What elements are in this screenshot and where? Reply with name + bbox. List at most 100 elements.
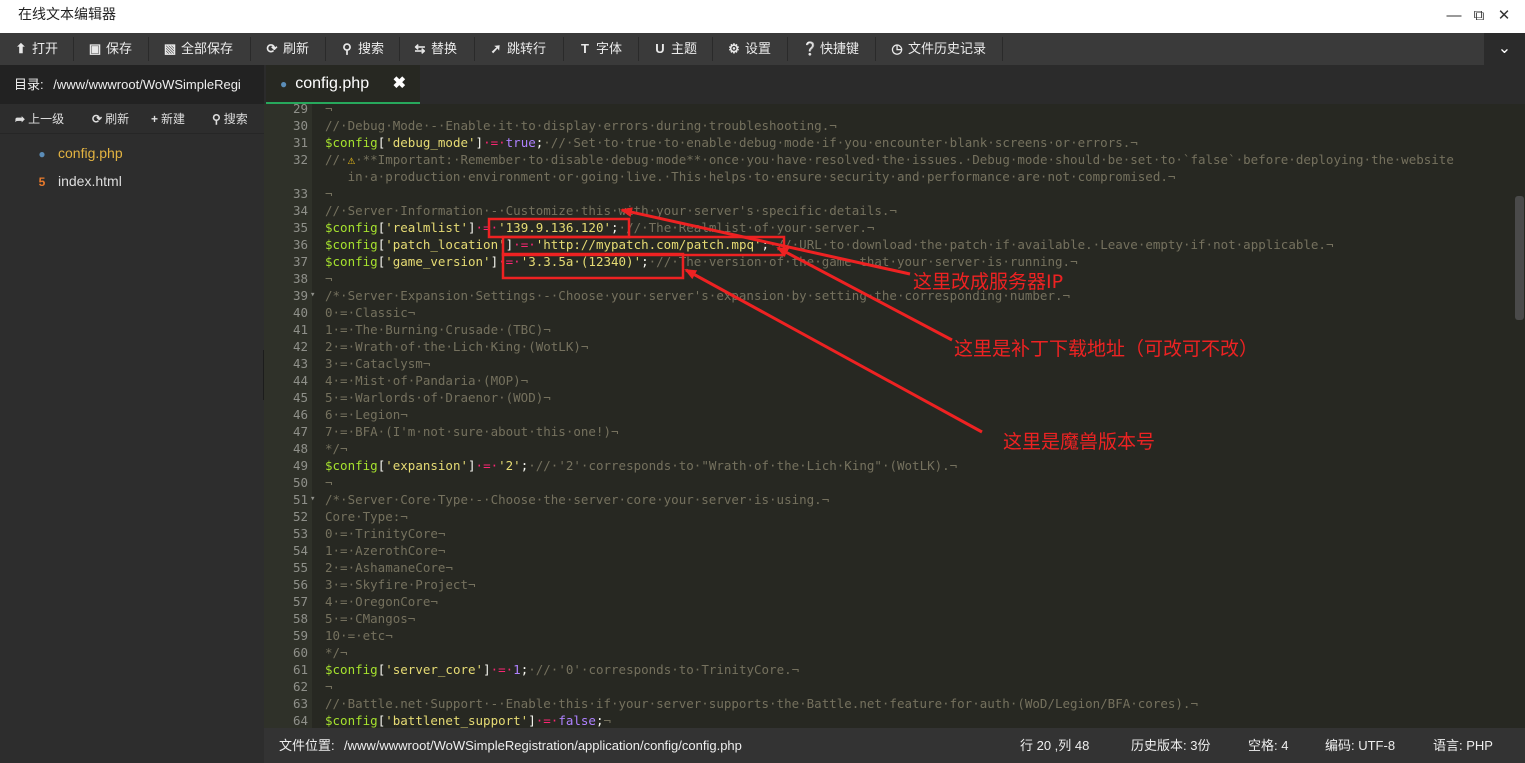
code-line[interactable]: 48 */¬ xyxy=(264,440,1514,457)
code-line[interactable]: 56 3·=·Skyfire·Project¬ xyxy=(264,576,1514,593)
line-number: 55 xyxy=(292,560,308,575)
annotation-patch-url: 这里是补丁下载地址（可改可不改） xyxy=(954,338,1259,360)
code-line[interactable]: 62 ¬ xyxy=(264,678,1514,695)
code-line[interactable]: 29 ¬ xyxy=(264,104,1514,117)
line-number: 43 xyxy=(292,356,308,371)
file-item-config-php[interactable]: ● config.php xyxy=(0,139,264,167)
code-line[interactable]: 41 1·=·The·Burning·Crusade·(TBC)¬ xyxy=(264,321,1514,338)
code-text: ¬ xyxy=(325,104,333,116)
toolbar-divider xyxy=(73,37,74,61)
code-line[interactable]: 52 Core·Type:¬ xyxy=(264,508,1514,525)
close-icon[interactable]: ✕ xyxy=(1494,6,1514,26)
code-line[interactable]: 32 //·⚠·**Important:·Remember·to·disable·… xyxy=(264,151,1514,168)
code-line[interactable]: 31 $config['debug_mode']·=·true;·//·Set·t… xyxy=(264,134,1514,151)
code-line[interactable]: 59 10·=·etc¬ xyxy=(264,627,1514,644)
code-line[interactable]: 60 */¬ xyxy=(264,644,1514,661)
code-line[interactable]: 33 ¬ xyxy=(264,185,1514,202)
sidebar-refresh-button[interactable]: ⟳ 刷新 xyxy=(92,104,129,134)
fold-toggle-icon[interactable]: ▾ xyxy=(310,287,315,304)
refresh-icon: ⟳ xyxy=(92,112,103,126)
code-line[interactable]: 64 $config['battlenet_support']·=·false;¬ xyxy=(264,712,1514,728)
line-number: 54 xyxy=(292,543,308,558)
history-versions[interactable]: 历史版本: 3份 xyxy=(1131,728,1210,763)
search-button[interactable]: ⚲ 搜索 xyxy=(340,33,384,65)
theme-button[interactable]: U 主题 xyxy=(653,33,697,65)
code-line[interactable]: 58 5·=·CMangos¬ xyxy=(264,610,1514,627)
language-setting[interactable]: 语言: PHP xyxy=(1433,728,1493,763)
code-line[interactable]: 34 //·Server·Information·-·Customize·this… xyxy=(264,202,1514,219)
shortcuts-button[interactable]: ❔ 快捷键 xyxy=(802,33,859,65)
encoding-setting[interactable]: 编码: UTF-8 xyxy=(1325,728,1395,763)
line-number: 61 xyxy=(292,662,308,677)
settings-button[interactable]: ⚙ 设置 xyxy=(727,33,771,65)
minimize-icon[interactable]: — xyxy=(1444,6,1464,26)
code-line[interactable]: 51 ▾ /*·Server·Core·Type·-·Choose·the·serv… xyxy=(264,491,1514,508)
vertical-scrollbar[interactable] xyxy=(1514,104,1525,728)
code-line[interactable]: 61 $config['server_core']·=·1;·//·'0'·cor… xyxy=(264,661,1514,678)
toolbar-divider xyxy=(787,37,788,61)
code-line[interactable]: 35 $config['realmlist']·=·'139.9.136.120'… xyxy=(264,219,1514,236)
code-line[interactable]: 46 6·=·Legion¬ xyxy=(264,406,1514,423)
tab-config-php[interactable]: ● config.php ✖ xyxy=(266,65,420,104)
replace-button[interactable]: ⇆ 替换 xyxy=(413,33,457,65)
indent-setting[interactable]: 空格: 4 xyxy=(1248,728,1288,763)
code-line[interactable]: 43 3·=·Cataclysm¬ xyxy=(264,355,1514,372)
code-line[interactable]: 57 4·=·OregonCore¬ xyxy=(264,593,1514,610)
close-tab-icon[interactable]: ✖ xyxy=(393,65,406,103)
refresh-button[interactable]: ⟳ 刷新 xyxy=(265,33,309,65)
restore-icon[interactable]: ⧉ xyxy=(1469,6,1489,26)
magnet-icon: U xyxy=(655,41,665,56)
cursor-position[interactable]: 行 20 ,列 48 xyxy=(1020,728,1089,763)
file-item-index-html[interactable]: 5 index.html xyxy=(0,167,264,195)
file-history-button[interactable]: ◷ 文件历史记录 xyxy=(890,33,986,65)
save-button[interactable]: ▣ 保存 xyxy=(88,33,132,65)
open-button[interactable]: ⬆ 打开 xyxy=(14,33,58,65)
code-line[interactable]: 63 //·Battle.net·Support·-·Enable·this·if… xyxy=(264,695,1514,712)
sidebar-search-button[interactable]: ⚲ 搜索 xyxy=(212,104,248,134)
line-number: 29 xyxy=(292,104,308,116)
code-line[interactable]: 44 4·=·Mist·of·Pandaria·(MOP)¬ xyxy=(264,372,1514,389)
title-bar: 在线文本编辑器 — ⧉ ✕ xyxy=(0,0,1525,33)
parent-dir-button[interactable]: ➦ 上一级 xyxy=(15,104,64,134)
chevron-down-icon[interactable]: ⌄ xyxy=(1484,33,1525,65)
code-text: 0·=·Classic¬ xyxy=(325,305,416,320)
code-line[interactable]: 40 0·=·Classic¬ xyxy=(264,304,1514,321)
code-line[interactable]: 53 0·=·TrinityCore¬ xyxy=(264,525,1514,542)
code-text: 2·=·AshamaneCore¬ xyxy=(325,560,453,575)
new-file-button[interactable]: + 新建 xyxy=(151,104,185,134)
code-line[interactable]: 38 ¬ xyxy=(264,270,1514,287)
code-line[interactable]: 49 $config['expansion']·=·'2';·//·'2'·cor… xyxy=(264,457,1514,474)
code-line[interactable]: 50 ¬ xyxy=(264,474,1514,491)
code-line[interactable]: 45 5·=·Warlords·of·Draenor·(WOD)¬ xyxy=(264,389,1514,406)
code-line[interactable]: 36 $config['patch_location']·=·'http://my… xyxy=(264,236,1514,253)
clock-icon: ◷ xyxy=(891,41,903,56)
line-number: 39 xyxy=(292,288,308,303)
swap-icon: ⇆ xyxy=(414,41,426,56)
line-number: 31 xyxy=(292,135,308,150)
font-button[interactable]: T 字体 xyxy=(578,33,622,65)
pin-icon: ➚ xyxy=(490,41,502,56)
line-number: 38 xyxy=(292,271,308,286)
code-line[interactable]: 37 $config['game_version']·=·'3.3.5a·(123… xyxy=(264,253,1514,270)
fold-toggle-icon[interactable]: ▾ xyxy=(310,491,315,508)
code-line[interactable]: 47 7·=·BFA·(I'm·not·sure·about·this·one!)… xyxy=(264,423,1514,440)
line-number: 59 xyxy=(292,628,308,643)
code-line[interactable]: 54 1·=·AzerothCore¬ xyxy=(264,542,1514,559)
save-all-button[interactable]: ▧ 全部保存 xyxy=(163,33,233,65)
code-line[interactable]: 42 2·=·Wrath·of·the·Lich·King·(WotLK)¬ xyxy=(264,338,1514,355)
code-text: $config['battlenet_support']·=·false;¬ xyxy=(325,713,612,728)
code-line[interactable]: 55 2·=·AshamaneCore¬ xyxy=(264,559,1514,576)
code-text: 1·=·AzerothCore¬ xyxy=(325,543,446,558)
goto-line-button[interactable]: ➚ 跳转行 xyxy=(489,33,546,65)
floppy-icon: ▣ xyxy=(88,41,102,56)
code-text: 10·=·etc¬ xyxy=(325,628,393,643)
code-line[interactable]: 39 ▾/*·Server·Expansion·Settings·-·Choose… xyxy=(264,287,1514,304)
code-text: ¬ xyxy=(325,475,333,490)
code-line[interactable]: 30 //·Debug·Mode·-·Enable·it·to·display·e… xyxy=(264,117,1514,134)
code-line[interactable]: in·a·production·environment·or·going·liv… xyxy=(264,168,1514,185)
scrollbar-thumb[interactable] xyxy=(1515,196,1524,320)
line-number: 46 xyxy=(292,407,308,422)
code-editor[interactable]: 29 ¬ 30 //·Debug·Mode·-·Enable·it·to·displa… xyxy=(264,104,1525,728)
directory-path: /www/wwwroot/WoWSimpleRegi xyxy=(53,77,241,92)
toolbar-divider xyxy=(250,37,251,61)
